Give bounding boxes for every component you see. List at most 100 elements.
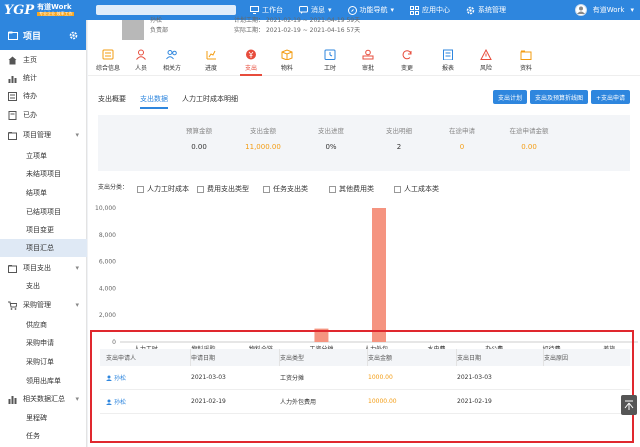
sidebar-item-3[interactable]: 已办	[0, 106, 87, 124]
tab-6[interactable]: 工时	[315, 44, 345, 76]
column-header[interactable]: 支出日期	[457, 349, 544, 366]
sidebar-item-9[interactable]: 项目变更	[0, 221, 87, 239]
sidebar-item-18[interactable]: 相关数据汇总 ▾	[0, 390, 87, 408]
summary-item: 在途申请 0	[427, 125, 497, 151]
user-name[interactable]: 有道Work	[593, 5, 625, 15]
subtab-labor[interactable]: 人力工时成本明细	[182, 94, 238, 109]
nav-system[interactable]: 系统管理	[466, 5, 506, 15]
tab-8[interactable]: 变更	[392, 44, 422, 76]
table-row[interactable]: 孙松 2021-02-19 人力外包费用 10000.00 2021-02-19	[100, 390, 630, 414]
sidebar-item-label: 未结项项目	[26, 170, 61, 178]
stamp-icon	[362, 49, 374, 59]
column-header[interactable]: 支出类型	[280, 349, 368, 366]
sidebar-item-4[interactable]: 项目管理 ▾	[0, 126, 87, 144]
subtab-overview[interactable]: 支出概要	[98, 94, 126, 109]
chevron-down-icon[interactable]: ▾	[75, 395, 79, 403]
tab-0[interactable]: 综合信息	[93, 44, 123, 76]
bar-expense[interactable]	[372, 208, 386, 342]
sidebar-item-11[interactable]: 项目支出 ▾	[0, 259, 87, 277]
nav-app-center[interactable]: 应用中心	[410, 5, 450, 15]
column-header[interactable]: 支出金额	[368, 349, 457, 366]
add-expense-button[interactable]: +支出申请	[590, 90, 630, 104]
category-option[interactable]: 人力工时成本	[137, 184, 189, 194]
tab-9[interactable]: 报表	[433, 44, 463, 76]
refresh-icon	[402, 49, 412, 59]
column-header[interactable]: 申请日期	[191, 349, 280, 366]
sidebar-item-8[interactable]: 已结项项目	[0, 203, 87, 221]
logo[interactable]: YGP 有道Work 专业企业 效率工作	[4, 1, 75, 19]
chevron-down-icon[interactable]: ▾	[75, 264, 79, 272]
people-icon	[166, 49, 177, 59]
project-dept: 负责部	[150, 27, 169, 34]
actual-start: 2021-02-19	[265, 27, 301, 34]
nav-workbench[interactable]: 工作台	[250, 5, 283, 15]
checkbox[interactable]	[197, 185, 204, 193]
list-icon	[8, 91, 17, 101]
sidebar-item-label: 项目汇总	[26, 244, 54, 252]
plan-button[interactable]: 支出计划	[492, 90, 527, 104]
checkbox[interactable]	[263, 185, 270, 193]
table-row[interactable]: 孙松 2021-03-03 工资分摊 1000.00 2021-03-03	[100, 366, 630, 390]
cell-applicant[interactable]: 孙松	[106, 366, 126, 389]
nav-function[interactable]: 功能导航 ▾	[347, 5, 394, 15]
summary-item: 预算金额 0.00	[164, 125, 234, 151]
category-option[interactable]: 任务支出类	[263, 184, 308, 194]
checkbox[interactable]	[329, 185, 336, 193]
tab-5[interactable]: 物料	[272, 44, 302, 76]
sidebar-item-6[interactable]: 未结项项目	[0, 165, 87, 183]
line-chart-button[interactable]: 支出及预算折线图	[529, 90, 588, 104]
sidebar-item-16[interactable]: 采购订单	[0, 353, 87, 371]
sidebar-item-label: 主页	[23, 56, 37, 64]
applicant-link[interactable]: 孙松	[106, 397, 126, 406]
back-to-top-button[interactable]	[621, 395, 637, 415]
sidebar-item-label: 项目管理	[23, 131, 51, 139]
gear-icon[interactable]	[69, 31, 78, 40]
category-option[interactable]: 人工成本类	[394, 184, 439, 194]
summary-value: 0.00	[521, 143, 537, 151]
chevron-down-icon[interactable]: ▾	[75, 131, 79, 139]
sidebar-item-label: 待办	[23, 92, 37, 100]
cell-pay-date: 2021-02-19	[457, 398, 492, 405]
user-avatar[interactable]	[574, 4, 587, 16]
sidebar-item-5[interactable]: 立项单	[0, 147, 87, 165]
tab-3[interactable]: 进度	[196, 44, 226, 76]
nav-messages[interactable]: 消息 ▾	[299, 5, 332, 15]
chevron-down-icon[interactable]: ▾	[75, 301, 79, 309]
category-option[interactable]: 其他费用类	[329, 184, 374, 194]
doc-icon	[8, 110, 17, 120]
cell-applicant[interactable]: 孙松	[106, 390, 126, 413]
sidebar-item-14[interactable]: 供应商	[0, 316, 87, 334]
column-header[interactable]: 支出申请人	[106, 349, 191, 366]
checkbox[interactable]	[394, 185, 401, 193]
checkbox[interactable]	[137, 185, 144, 193]
sidebar-item-7[interactable]: 结项单	[0, 184, 87, 202]
tab-11[interactable]: 资料	[511, 44, 541, 76]
brand-tag: 专业企业 效率工作	[37, 11, 75, 16]
sidebar-title: 项目	[23, 31, 42, 42]
cell-amount: 1000.00	[368, 374, 393, 381]
category-filter: 支出分类：	[98, 182, 128, 191]
tab-2[interactable]: 相关方	[157, 44, 187, 76]
tab-10[interactable]: 风险	[471, 44, 501, 76]
sidebar-item-15[interactable]: 采购申请	[0, 334, 87, 352]
subtab-data[interactable]: 支出数据	[140, 94, 168, 109]
sidebar-item-0[interactable]: 主页	[0, 51, 87, 69]
sidebar-item-20[interactable]: 任务	[0, 427, 87, 445]
search-input[interactable]	[96, 5, 236, 15]
sidebar-item-19[interactable]: 里程碑	[0, 409, 87, 427]
tab-1[interactable]: 人员	[126, 44, 156, 76]
tab-4[interactable]: 支出	[236, 44, 266, 76]
sidebar-item-17[interactable]: 领用出库单	[0, 372, 87, 390]
chevron-down-icon[interactable]: ▾	[630, 6, 634, 14]
y-tick-label: 10,000	[95, 205, 116, 212]
sidebar-item-1[interactable]: 统计	[0, 69, 87, 87]
sidebar-item-2[interactable]: 待办	[0, 87, 87, 105]
sidebar-item-12[interactable]: 支出	[0, 277, 87, 295]
column-header[interactable]: 支出原因	[544, 349, 630, 366]
sidebar-item-13[interactable]: 采购管理 ▾	[0, 296, 87, 314]
plan-start: 2021-02-19	[265, 17, 301, 24]
category-option[interactable]: 费用支出类型	[197, 184, 249, 194]
tab-7[interactable]: 审批	[353, 44, 383, 76]
applicant-link[interactable]: 孙松	[106, 373, 126, 382]
sidebar-item-10[interactable]: 项目汇总	[0, 239, 87, 257]
